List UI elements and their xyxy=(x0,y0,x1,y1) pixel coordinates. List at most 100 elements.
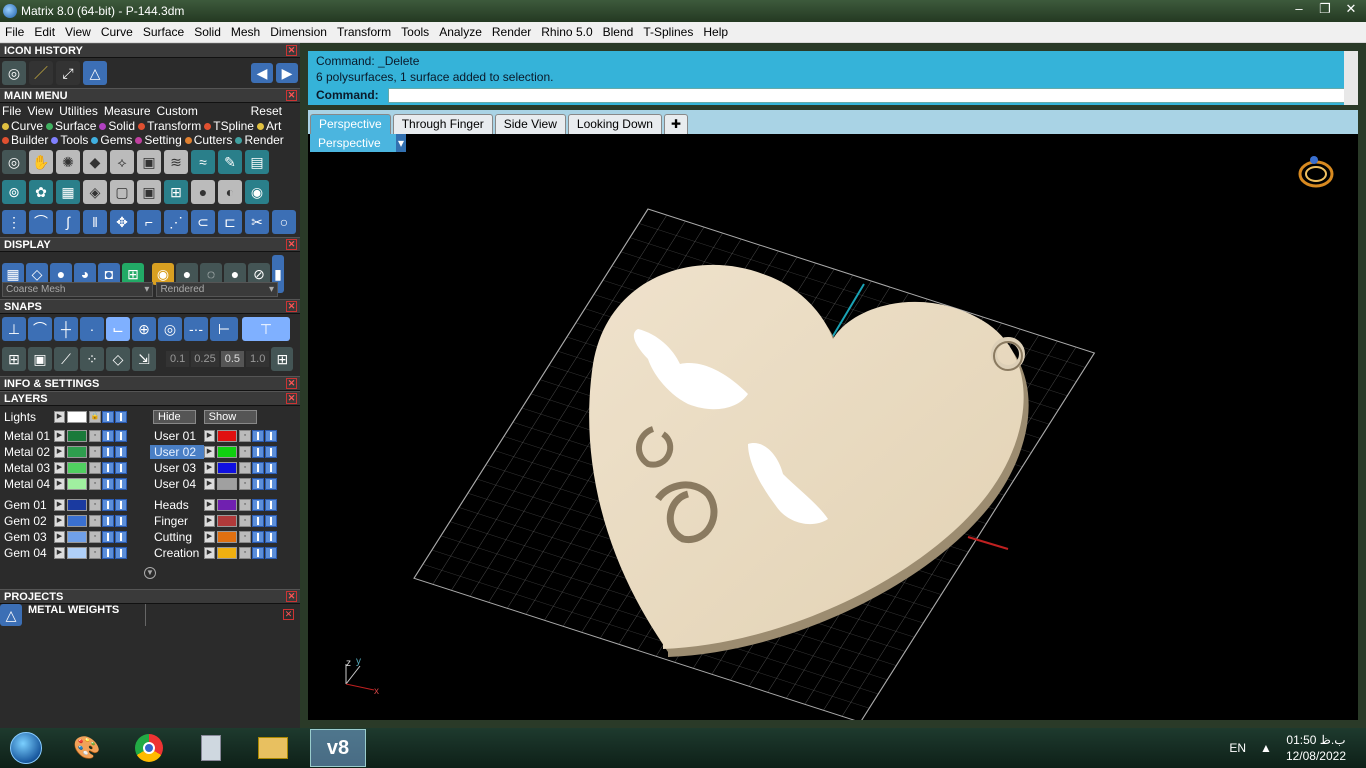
menu-view[interactable]: View xyxy=(60,25,96,39)
snap-value-025[interactable]: 0.25 xyxy=(191,351,219,367)
layer-row[interactable]: Metal 03 ▶ ▫ xyxy=(0,460,150,476)
maximize-button[interactable]: ❐ xyxy=(1314,0,1336,18)
snap-near-icon[interactable]: ⌙ xyxy=(106,317,130,341)
grid-icon[interactable]: ▦ xyxy=(56,180,80,204)
array-icon[interactable]: ⋮ xyxy=(2,210,26,234)
visibility-icon[interactable] xyxy=(115,478,127,490)
expand-icon[interactable]: ▶ xyxy=(54,430,65,442)
layer-color[interactable] xyxy=(217,499,237,511)
visibility-icon[interactable] xyxy=(102,531,114,543)
layer-color[interactable] xyxy=(67,531,87,543)
explorer-app-icon[interactable] xyxy=(248,729,298,767)
pencil-icon[interactable]: ／ xyxy=(29,61,53,85)
layer-row[interactable]: Creation ▶ ▫ xyxy=(150,545,300,561)
menu-tsplines[interactable]: T-Splines xyxy=(638,25,698,39)
diamond-icon[interactable]: ◆ xyxy=(83,150,107,174)
lock-icon[interactable]: ▫ xyxy=(239,478,251,490)
visibility-icon[interactable] xyxy=(102,547,114,559)
snap-tan-icon[interactable]: ⌒ xyxy=(28,317,52,341)
visibility-icon[interactable] xyxy=(102,478,114,490)
layer-row[interactable]: Gem 04 ▶ ▫ xyxy=(0,545,150,561)
expand-icon[interactable]: ▶ xyxy=(54,462,65,474)
cat-surface[interactable]: Surface xyxy=(46,119,96,133)
lock-icon[interactable]: ▫ xyxy=(239,499,251,511)
cluster-icon[interactable]: ✿ xyxy=(29,180,53,204)
lock-icon[interactable]: ▫ xyxy=(239,515,251,527)
menu-file[interactable]: File xyxy=(0,25,29,39)
layer-color[interactable] xyxy=(217,430,237,442)
command-scrollbar[interactable] xyxy=(1344,51,1358,105)
visibility-icon[interactable] xyxy=(252,462,264,474)
layer-row[interactable]: Metal 02 ▶ ▫ xyxy=(0,444,150,460)
expand-icon[interactable]: ▶ xyxy=(204,531,215,543)
mm-view[interactable]: View xyxy=(27,104,53,118)
lights-swatch[interactable] xyxy=(67,411,87,423)
viewport[interactable]: Perspective ▾ z y x xyxy=(308,134,1358,720)
lock-icon[interactable]: ▫ xyxy=(239,446,251,458)
language-indicator[interactable]: EN xyxy=(1229,741,1246,755)
layers-expand-icon[interactable]: ▼ xyxy=(144,567,156,579)
expand-icon[interactable]: ▶ xyxy=(54,531,65,543)
visibility-icon[interactable] xyxy=(115,515,127,527)
metal-weights-tab[interactable]: △ METAL WEIGHTS ✕ xyxy=(0,604,300,626)
tray-expand-icon[interactable]: ▲ xyxy=(1260,741,1272,755)
command-input[interactable] xyxy=(388,88,1348,103)
layer-row[interactable]: Cutting ▶ ▫ xyxy=(150,529,300,545)
measure-icon[interactable]: ⟋ xyxy=(54,347,78,371)
lock-icon[interactable]: 🔒 xyxy=(89,411,101,423)
layer-row[interactable]: User 04 ▶ ▫ xyxy=(150,476,300,492)
bracelet-icon[interactable]: ◐ xyxy=(218,180,242,204)
visibility-icon[interactable] xyxy=(265,499,277,511)
add-tab-icon[interactable]: ✚ xyxy=(663,114,689,134)
clock[interactable]: 01:50 ب.ظ 12/08/2022 xyxy=(1286,732,1346,764)
layer-row[interactable]: User 01 ▶ ▫ xyxy=(150,428,300,444)
expand-icon[interactable]: ▶ xyxy=(204,446,215,458)
layer-row[interactable]: User 03 ▶ ▫ xyxy=(150,460,300,476)
expand-icon[interactable]: ▶ xyxy=(204,478,215,490)
lock-icon[interactable]: ▫ xyxy=(89,531,101,543)
visibility-icon[interactable] xyxy=(252,531,264,543)
grid-dots-icon[interactable]: ⁘ xyxy=(80,347,104,371)
globe-icon[interactable]: ◉ xyxy=(245,180,269,204)
layer-color[interactable] xyxy=(217,446,237,458)
window-icon[interactable]: ▢ xyxy=(110,180,134,204)
visibility-icon[interactable] xyxy=(252,547,264,559)
mm-reset[interactable]: Reset xyxy=(251,104,282,118)
expand-icon[interactable]: ▶ xyxy=(204,430,215,442)
chrome-app-icon[interactable] xyxy=(124,729,174,767)
mm-measure[interactable]: Measure xyxy=(104,104,151,118)
matrix-logo-icon[interactable]: ◎ xyxy=(2,61,26,85)
fan-icon[interactable]: ⟡ xyxy=(110,150,134,174)
cat-curve[interactable]: Curve xyxy=(2,119,43,133)
menu-mesh[interactable]: Mesh xyxy=(226,25,265,39)
minimize-button[interactable]: – xyxy=(1288,0,1310,18)
snap-ortho-icon[interactable]: ⊤ xyxy=(242,317,290,341)
start-button-icon[interactable] xyxy=(2,729,50,767)
snap-value-10[interactable]: 1.0 xyxy=(246,351,270,367)
visibility-icon[interactable] xyxy=(115,462,127,474)
matrix-icon[interactable]: ◎ xyxy=(2,150,26,174)
snap-value-01[interactable]: 0.1 xyxy=(166,351,190,367)
visibility-icon[interactable] xyxy=(265,430,277,442)
layer-color[interactable] xyxy=(67,430,87,442)
link-icon[interactable]: ⊂ xyxy=(191,210,215,234)
cat-builder[interactable]: Builder xyxy=(2,133,48,147)
layer-color[interactable] xyxy=(67,462,87,474)
layer-color[interactable] xyxy=(217,478,237,490)
visibility-icon[interactable] xyxy=(102,462,114,474)
layer-color[interactable] xyxy=(217,547,237,559)
expand-icon[interactable]: ▶ xyxy=(54,499,65,511)
cat-transform[interactable]: Transform xyxy=(138,119,201,133)
visibility-icon[interactable] xyxy=(102,515,114,527)
close-icon[interactable]: ✕ xyxy=(283,609,294,620)
arrow-right-icon[interactable]: ▶ xyxy=(276,63,298,83)
paint-icon[interactable]: ✎ xyxy=(218,150,242,174)
light-icon[interactable]: ✺ xyxy=(56,150,80,174)
lock-icon[interactable]: ▫ xyxy=(239,547,251,559)
transform-icon[interactable]: ⤢ xyxy=(56,61,80,85)
visibility-icon[interactable] xyxy=(115,446,127,458)
show-button[interactable]: Show xyxy=(203,410,258,424)
tiles-icon[interactable]: ⊞ xyxy=(164,180,188,204)
cat-setting[interactable]: Setting xyxy=(135,133,181,147)
gem-setting-icon[interactable]: ◈ xyxy=(83,180,107,204)
